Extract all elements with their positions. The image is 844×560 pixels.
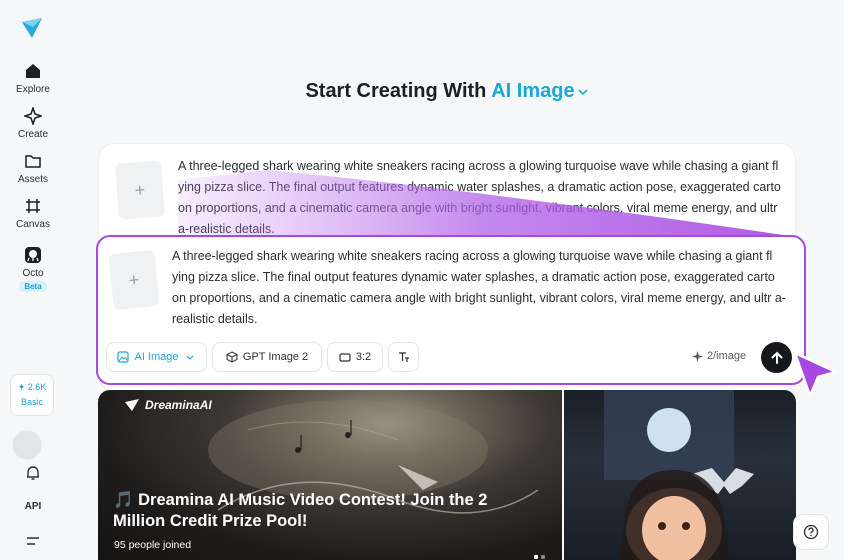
sidebar-item-assets[interactable]: Assets bbox=[0, 152, 66, 185]
octo-icon bbox=[25, 247, 41, 263]
generation-cost: 2/image bbox=[692, 350, 746, 362]
dreamina-logo[interactable] bbox=[20, 16, 44, 40]
credits-amount: ✦ 2.6K bbox=[17, 382, 47, 392]
banner-artwork bbox=[604, 390, 754, 560]
sidebar-item-label: Octo bbox=[22, 268, 44, 279]
help-icon bbox=[803, 524, 819, 540]
reference-image-upload[interactable]: + bbox=[108, 249, 160, 311]
help-button[interactable] bbox=[793, 514, 829, 550]
sidebar-item-label: Canvas bbox=[16, 219, 50, 230]
menu-icon[interactable] bbox=[24, 532, 42, 550]
contest-banner[interactable]: DreaminaAI 🎵 Dreamina AI Music Video Con… bbox=[98, 390, 562, 560]
prompt-preview: A three-legged shark wearing white sneak… bbox=[178, 159, 781, 236]
model-selector-button[interactable]: GPT Image 2 bbox=[212, 342, 322, 372]
mode-dropdown[interactable]: AI Image bbox=[491, 80, 588, 102]
arrow-up-icon bbox=[771, 351, 782, 364]
avatar[interactable] bbox=[12, 430, 42, 460]
api-link[interactable]: API bbox=[0, 501, 66, 512]
sidebar-item-label: Create bbox=[17, 129, 48, 140]
canvas-icon bbox=[26, 199, 40, 213]
title-prefix: Start Creating With bbox=[305, 80, 487, 102]
bell-icon[interactable] bbox=[24, 464, 42, 482]
text-settings-button[interactable] bbox=[388, 342, 419, 372]
banner-artwork bbox=[208, 400, 539, 514]
banner-participants: 95 people joined bbox=[114, 539, 192, 551]
beta-badge: Beta bbox=[19, 281, 47, 292]
mode-label: AI Image bbox=[491, 80, 575, 102]
chevron-down-icon bbox=[186, 355, 193, 360]
text-icon bbox=[398, 352, 409, 362]
sparkle-icon bbox=[692, 350, 703, 362]
cursor-pointer-icon bbox=[793, 351, 838, 398]
banner-title: 🎵 Dreamina AI Music Video Contest! Join … bbox=[113, 491, 488, 530]
aspect-ratio-label: 3:2 bbox=[355, 351, 372, 363]
folder-icon bbox=[25, 155, 41, 168]
prompt-input[interactable]: A three-legged shark wearing white sneak… bbox=[172, 246, 792, 330]
carousel-indicator[interactable] bbox=[534, 546, 548, 560]
generate-button[interactable] bbox=[761, 342, 792, 373]
model-label: GPT Image 2 bbox=[242, 351, 309, 363]
chevron-down-icon bbox=[577, 89, 588, 95]
credits-button[interactable]: ✦ 2.6K Basic bbox=[10, 374, 54, 416]
sidebar-item-octo[interactable]: Octo Beta bbox=[0, 246, 66, 292]
featured-artwork-banner[interactable] bbox=[564, 390, 796, 560]
aspect-ratio-button[interactable]: 3:2 bbox=[327, 342, 383, 372]
mode-selector-button[interactable]: AI Image bbox=[106, 342, 207, 372]
plan-label: Basic bbox=[20, 397, 43, 407]
sidebar-item-label: Assets bbox=[17, 174, 48, 185]
image-icon bbox=[117, 351, 130, 363]
reference-image-slot[interactable]: + bbox=[115, 160, 165, 220]
sparkle-icon bbox=[24, 107, 42, 125]
sidebar-item-canvas[interactable]: Canvas bbox=[0, 197, 66, 230]
dreamina-brand: DreaminaAI bbox=[124, 398, 212, 412]
brand-label: DreaminaAI bbox=[145, 398, 212, 412]
sidebar-item-create[interactable]: Create bbox=[0, 107, 66, 140]
cube-icon bbox=[226, 351, 238, 363]
cost-label: 2/image bbox=[707, 350, 747, 362]
aspect-ratio-icon bbox=[339, 353, 351, 362]
page-title: Start Creating With AI Image bbox=[0, 80, 844, 103]
home-icon bbox=[26, 64, 40, 78]
dreamina-logo bbox=[125, 399, 139, 411]
mode-selector-label: AI Image bbox=[134, 351, 179, 363]
